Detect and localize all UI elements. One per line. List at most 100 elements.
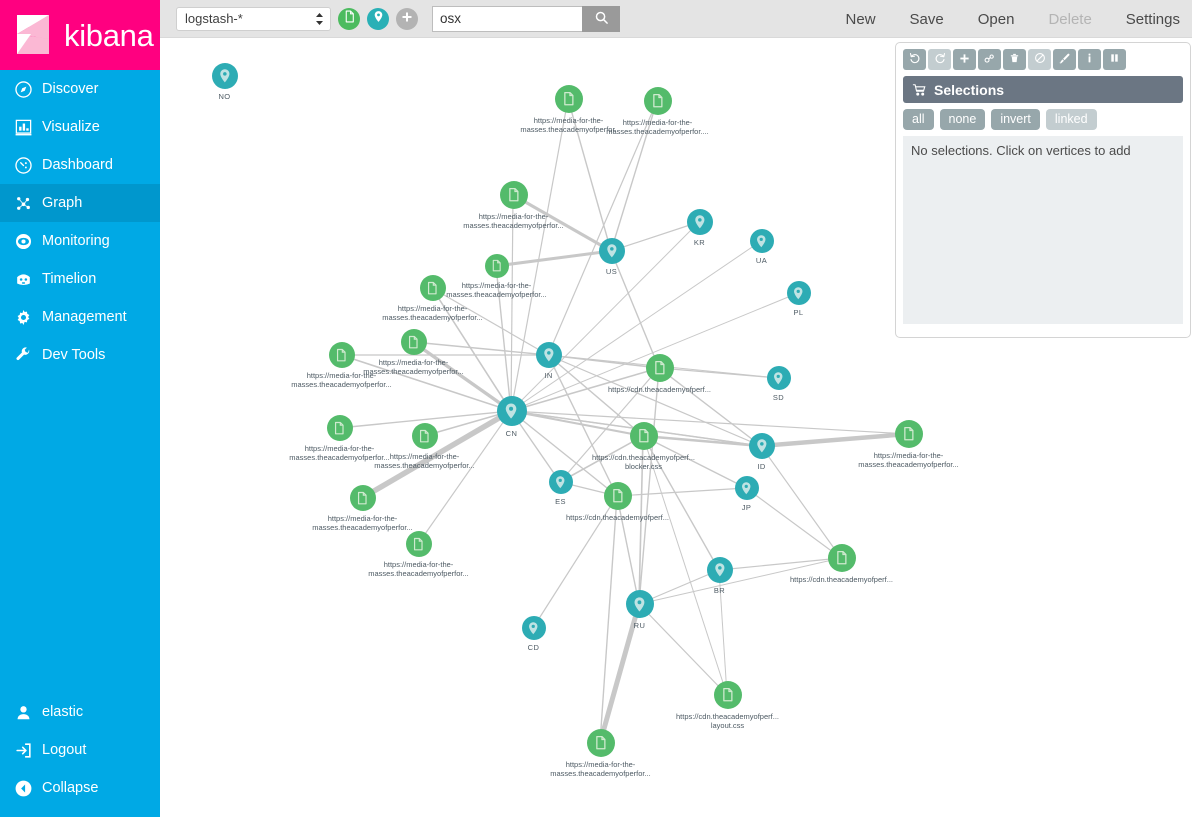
brand-title: kibana xyxy=(64,17,154,53)
location-pin-icon xyxy=(496,396,527,426)
location-pin-icon xyxy=(766,366,791,390)
top-nav-links: New Save Open Delete Settings xyxy=(812,0,1180,38)
sidebar-item-label: Logout xyxy=(42,741,87,758)
sidebar-item-dev-tools[interactable]: Dev Tools xyxy=(0,336,160,374)
document-icon xyxy=(603,482,632,510)
graph-edge xyxy=(616,495,640,605)
location-pin-icon xyxy=(749,229,774,253)
selection-filter-chips: all none invert linked xyxy=(903,109,1183,130)
sidebar-item-graph[interactable]: Graph xyxy=(0,184,160,222)
select-linked-chip[interactable]: linked xyxy=(1045,109,1097,130)
document-icon xyxy=(713,681,742,709)
undo-button[interactable] xyxy=(903,49,926,70)
sidebar-item-visualize[interactable]: Visualize xyxy=(0,108,160,146)
location-pin-icon xyxy=(548,470,573,494)
sidebar-item-label: elastic xyxy=(42,703,84,720)
location-pin-icon xyxy=(521,616,546,640)
sidebar-item-label: Timelion xyxy=(42,270,97,287)
kibana-logo-icon xyxy=(14,13,54,57)
sidebar-item-logout[interactable]: Logout xyxy=(0,731,160,769)
add-field-button[interactable] xyxy=(396,7,418,30)
selections-panel-header: Selections xyxy=(903,76,1183,103)
document-icon xyxy=(629,422,658,450)
kibana-app: kibana Discover Visualize Dashboard Grap… xyxy=(0,0,1192,817)
graph-edge xyxy=(431,287,512,412)
graph-edge xyxy=(547,100,658,356)
graph-canvas[interactable]: NO https://media-for-the-masses.theacade… xyxy=(160,38,1192,817)
select-all-chip[interactable]: all xyxy=(903,109,934,130)
sidebar-item-label: Collapse xyxy=(42,779,99,796)
sidebar-item-management[interactable]: Management xyxy=(0,298,160,336)
info-button[interactable] xyxy=(1078,49,1101,70)
graph-edge xyxy=(616,487,747,497)
select-invert-chip[interactable]: invert xyxy=(991,109,1040,130)
sidebar-item-label: Discover xyxy=(42,80,99,97)
pause-icon xyxy=(1109,52,1120,67)
selections-panel-title: Selections xyxy=(934,81,1005,98)
save-button[interactable]: Save xyxy=(910,11,944,28)
document-icon xyxy=(499,181,528,209)
document-icon xyxy=(349,485,376,511)
graph-edge xyxy=(610,100,658,252)
trash-icon xyxy=(1009,52,1020,67)
graph-edge xyxy=(638,557,842,605)
index-pattern-select[interactable]: logstash-* xyxy=(176,6,331,31)
graph-edge xyxy=(495,249,612,268)
selections-empty-message: No selections. Click on vertices to add xyxy=(903,136,1183,324)
location-pin-icon xyxy=(686,209,713,235)
search-button[interactable] xyxy=(582,5,620,32)
expand-button[interactable] xyxy=(953,49,976,70)
sidebar-nav: Discover Visualize Dashboard Graph Monit… xyxy=(0,70,160,374)
block-button[interactable] xyxy=(1028,49,1051,70)
paintbrush-icon xyxy=(1058,52,1071,68)
graph-edge xyxy=(510,194,514,412)
search-icon xyxy=(594,10,609,28)
style-button[interactable] xyxy=(1053,49,1076,70)
geo-field-button[interactable] xyxy=(367,7,389,30)
sidebar-item-monitoring[interactable]: Monitoring xyxy=(0,222,160,260)
dashboard-gauge-icon xyxy=(14,156,42,175)
new-button[interactable]: New xyxy=(846,11,876,28)
pause-button[interactable] xyxy=(1103,49,1126,70)
document-icon xyxy=(643,87,672,115)
delete-button[interactable] xyxy=(1003,49,1026,70)
sidebar-item-timelion[interactable]: Timelion xyxy=(0,260,160,298)
document-icon xyxy=(328,342,355,368)
document-icon xyxy=(645,354,674,382)
shopping-cart-icon xyxy=(912,83,927,97)
graph-edge xyxy=(597,603,642,744)
bar-chart-icon xyxy=(14,118,42,137)
select-none-chip[interactable]: none xyxy=(939,109,986,130)
sidebar-item-label: Dev Tools xyxy=(42,346,106,363)
graph-edge xyxy=(718,557,842,571)
open-button[interactable]: Open xyxy=(978,11,1015,28)
redo-button[interactable] xyxy=(928,49,951,70)
url-field-button[interactable] xyxy=(338,7,360,30)
sidebar-item-collapse[interactable]: Collapse xyxy=(0,769,160,807)
sidebar-item-label: Management xyxy=(42,308,127,325)
plus-icon xyxy=(959,53,970,67)
document-icon xyxy=(405,531,432,557)
location-pin-icon xyxy=(706,557,733,583)
selections-toolbar xyxy=(903,49,1183,70)
sidebar-footer: elastic Logout Collapse xyxy=(0,693,160,817)
graph-edge xyxy=(760,431,909,449)
link-button[interactable] xyxy=(978,49,1001,70)
graph-edge xyxy=(610,221,700,252)
sidebar-item-label: Dashboard xyxy=(42,156,113,173)
search-input[interactable] xyxy=(432,5,582,32)
undo-icon xyxy=(909,52,921,67)
settings-button[interactable]: Settings xyxy=(1126,11,1180,28)
location-pin-icon xyxy=(598,238,625,264)
sidebar-item-dashboard[interactable]: Dashboard xyxy=(0,146,160,184)
top-toolbar: logstash-* osx New Save Open Delete Sett… xyxy=(160,0,1192,38)
document-icon xyxy=(827,544,856,572)
graph-edge xyxy=(745,487,842,559)
sidebar-item-discover[interactable]: Discover xyxy=(0,70,160,108)
delete-button: Delete xyxy=(1048,10,1092,28)
link-icon xyxy=(983,52,996,68)
document-icon xyxy=(484,254,509,278)
graph-edge xyxy=(718,569,728,696)
sidebar: kibana Discover Visualize Dashboard Grap… xyxy=(0,0,160,817)
sidebar-item-user[interactable]: elastic xyxy=(0,693,160,731)
